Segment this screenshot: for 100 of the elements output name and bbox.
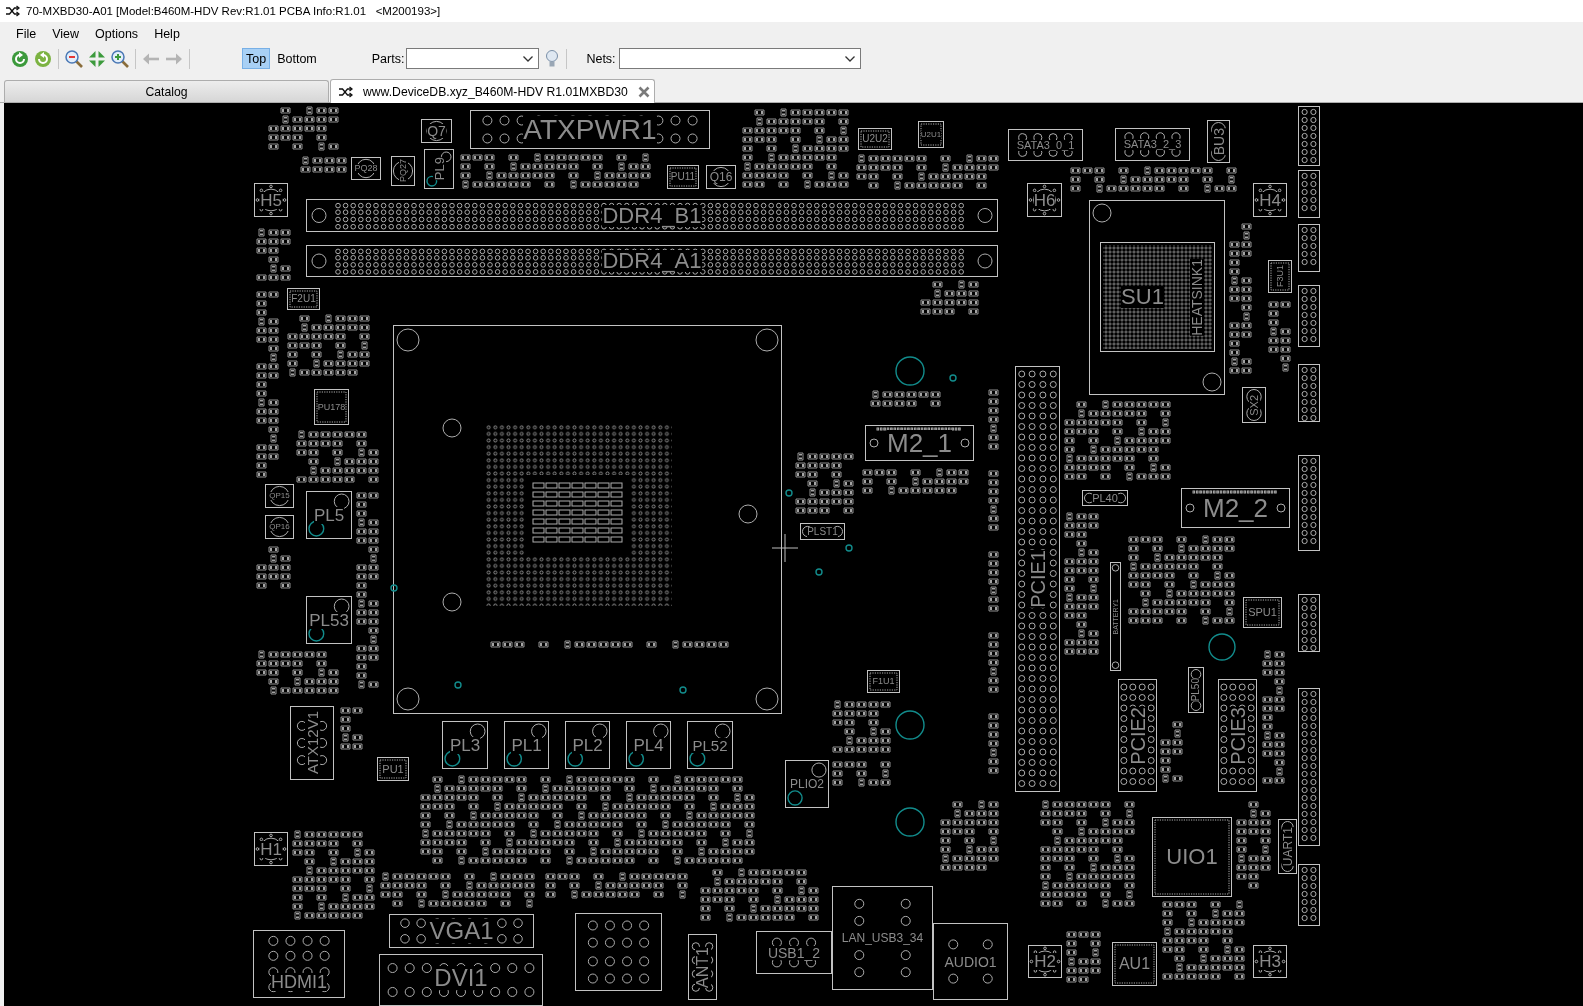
inductor-footprint	[306, 596, 352, 644]
part-label: BU3	[1211, 127, 1226, 156]
chevron-down-icon	[844, 55, 855, 62]
chip-footprint	[1268, 260, 1292, 293]
chip-footprint	[314, 389, 349, 425]
part-label: PLST1	[807, 526, 838, 537]
inductor-footprint	[626, 721, 671, 769]
layer-toggle-button[interactable]: Top	[242, 48, 271, 69]
fit-view-button[interactable]	[87, 48, 107, 69]
pin-header-drawing	[1298, 864, 1320, 926]
inductor-footprint	[687, 721, 733, 769]
crossed-arrows-icon	[339, 85, 353, 98]
part-label: ATX12V1	[304, 711, 320, 775]
menu-item[interactable]: File	[8, 23, 45, 44]
part-label: PL50	[1191, 678, 1201, 702]
ring-icon	[454, 681, 462, 689]
part-label: Q16	[709, 171, 733, 183]
part-label: H4	[1259, 191, 1281, 209]
part-label: PCIE3	[1227, 706, 1248, 765]
zoom-out-button[interactable]	[64, 48, 84, 69]
rotate-button[interactable]	[33, 48, 53, 69]
part-label: ANT1	[694, 946, 711, 988]
document-tab[interactable]: www.DeviceDB.xyz_B460M-HDV R1.01MXBD30	[330, 79, 655, 103]
app-logo-icon	[6, 5, 20, 17]
menu-item[interactable]: Help	[146, 23, 188, 44]
smd-parts-drawing	[340, 706, 364, 751]
chip-footprint	[918, 121, 944, 148]
pin-header-drawing	[1298, 106, 1320, 166]
menu-item[interactable]: Options	[87, 23, 147, 44]
transistor-footprint	[351, 157, 381, 180]
mounting-hole	[1027, 183, 1062, 217]
connector-footprint	[688, 934, 717, 1000]
inductor-footprint	[785, 760, 829, 808]
part-label: SATA3_2_3	[1123, 139, 1182, 150]
part-label: QP15	[269, 492, 290, 500]
part-label: HEATSINK1	[1190, 259, 1204, 336]
part-label: VGA1	[429, 919, 494, 943]
chip-footprint	[1112, 942, 1157, 986]
crosshair-icon	[772, 534, 798, 562]
part-label: F1U1	[872, 677, 895, 686]
part-label: Q7	[427, 124, 446, 138]
part-label: PL53	[309, 611, 349, 629]
part-label: PL3	[449, 736, 481, 754]
nets-dropdown[interactable]	[618, 48, 861, 69]
smd-parts-drawing	[268, 106, 340, 151]
document-tab[interactable]: Catalog	[4, 80, 329, 102]
lightbulb-icon	[545, 50, 560, 67]
zoom-out-icon	[65, 49, 83, 68]
part-footprint	[1242, 387, 1266, 423]
part-label: PL9	[432, 157, 446, 181]
mounting-hole	[254, 832, 288, 866]
part-label: H1	[260, 840, 282, 858]
part-label: SU1	[1121, 286, 1164, 308]
arrows-inward-icon	[88, 49, 106, 68]
field-label: Parts:	[371, 51, 405, 66]
smd-parts-drawing	[300, 156, 348, 174]
part-footprint	[1278, 819, 1297, 874]
part-label: AU1	[1118, 956, 1151, 972]
part-label: PCIE2	[1127, 706, 1148, 765]
smd-parts-drawing	[1066, 930, 1102, 984]
ring-icon	[679, 686, 687, 694]
transistor-footprint	[265, 484, 294, 508]
layer-toggle-button[interactable]: Bottom	[273, 48, 321, 69]
inductor-footprint	[306, 491, 352, 539]
inductor-footprint	[424, 149, 454, 189]
inductor-footprint	[504, 721, 549, 769]
part-label: LAN_USB3_34	[841, 932, 924, 944]
smd-parts-drawing	[1268, 300, 1292, 372]
ring-icon	[1208, 633, 1236, 661]
close-tab-button[interactable]	[637, 85, 650, 98]
refresh-button[interactable]	[10, 48, 30, 69]
ring-icon	[815, 568, 823, 576]
part-label: H5	[260, 191, 282, 209]
field-label: Nets:	[586, 51, 616, 66]
smd-parts-drawing	[832, 700, 892, 754]
refresh-icon	[11, 49, 29, 68]
part-label: F2U1	[291, 294, 316, 304]
part-label: QP16	[269, 523, 290, 531]
pin-header-drawing	[1298, 364, 1320, 422]
part-label: UART1	[1281, 826, 1294, 867]
parts-dropdown[interactable]	[406, 48, 540, 69]
mounting-hole	[1253, 945, 1287, 978]
part-label: ATXPWR1	[523, 115, 657, 144]
part-label: PLIO2	[790, 778, 824, 790]
part-label: H3	[1259, 953, 1281, 970]
part-label: PL4	[633, 736, 664, 754]
smd-parts-drawing	[832, 760, 892, 787]
mounting-hole	[254, 183, 288, 217]
pin-header-drawing	[1298, 285, 1320, 347]
ring-icon	[845, 544, 853, 552]
zoom-in-button[interactable]	[110, 48, 130, 69]
chip-footprint	[867, 670, 900, 693]
part-label: U2U1	[920, 130, 942, 139]
part-label: SPU1	[1248, 607, 1277, 618]
part-label: PQ27	[398, 159, 408, 183]
chip-footprint	[377, 757, 409, 781]
lightbulb-button[interactable]	[544, 48, 561, 69]
ring-icon	[895, 710, 925, 740]
part-label: DVI1	[434, 966, 488, 990]
menu-item[interactable]: View	[44, 23, 88, 44]
